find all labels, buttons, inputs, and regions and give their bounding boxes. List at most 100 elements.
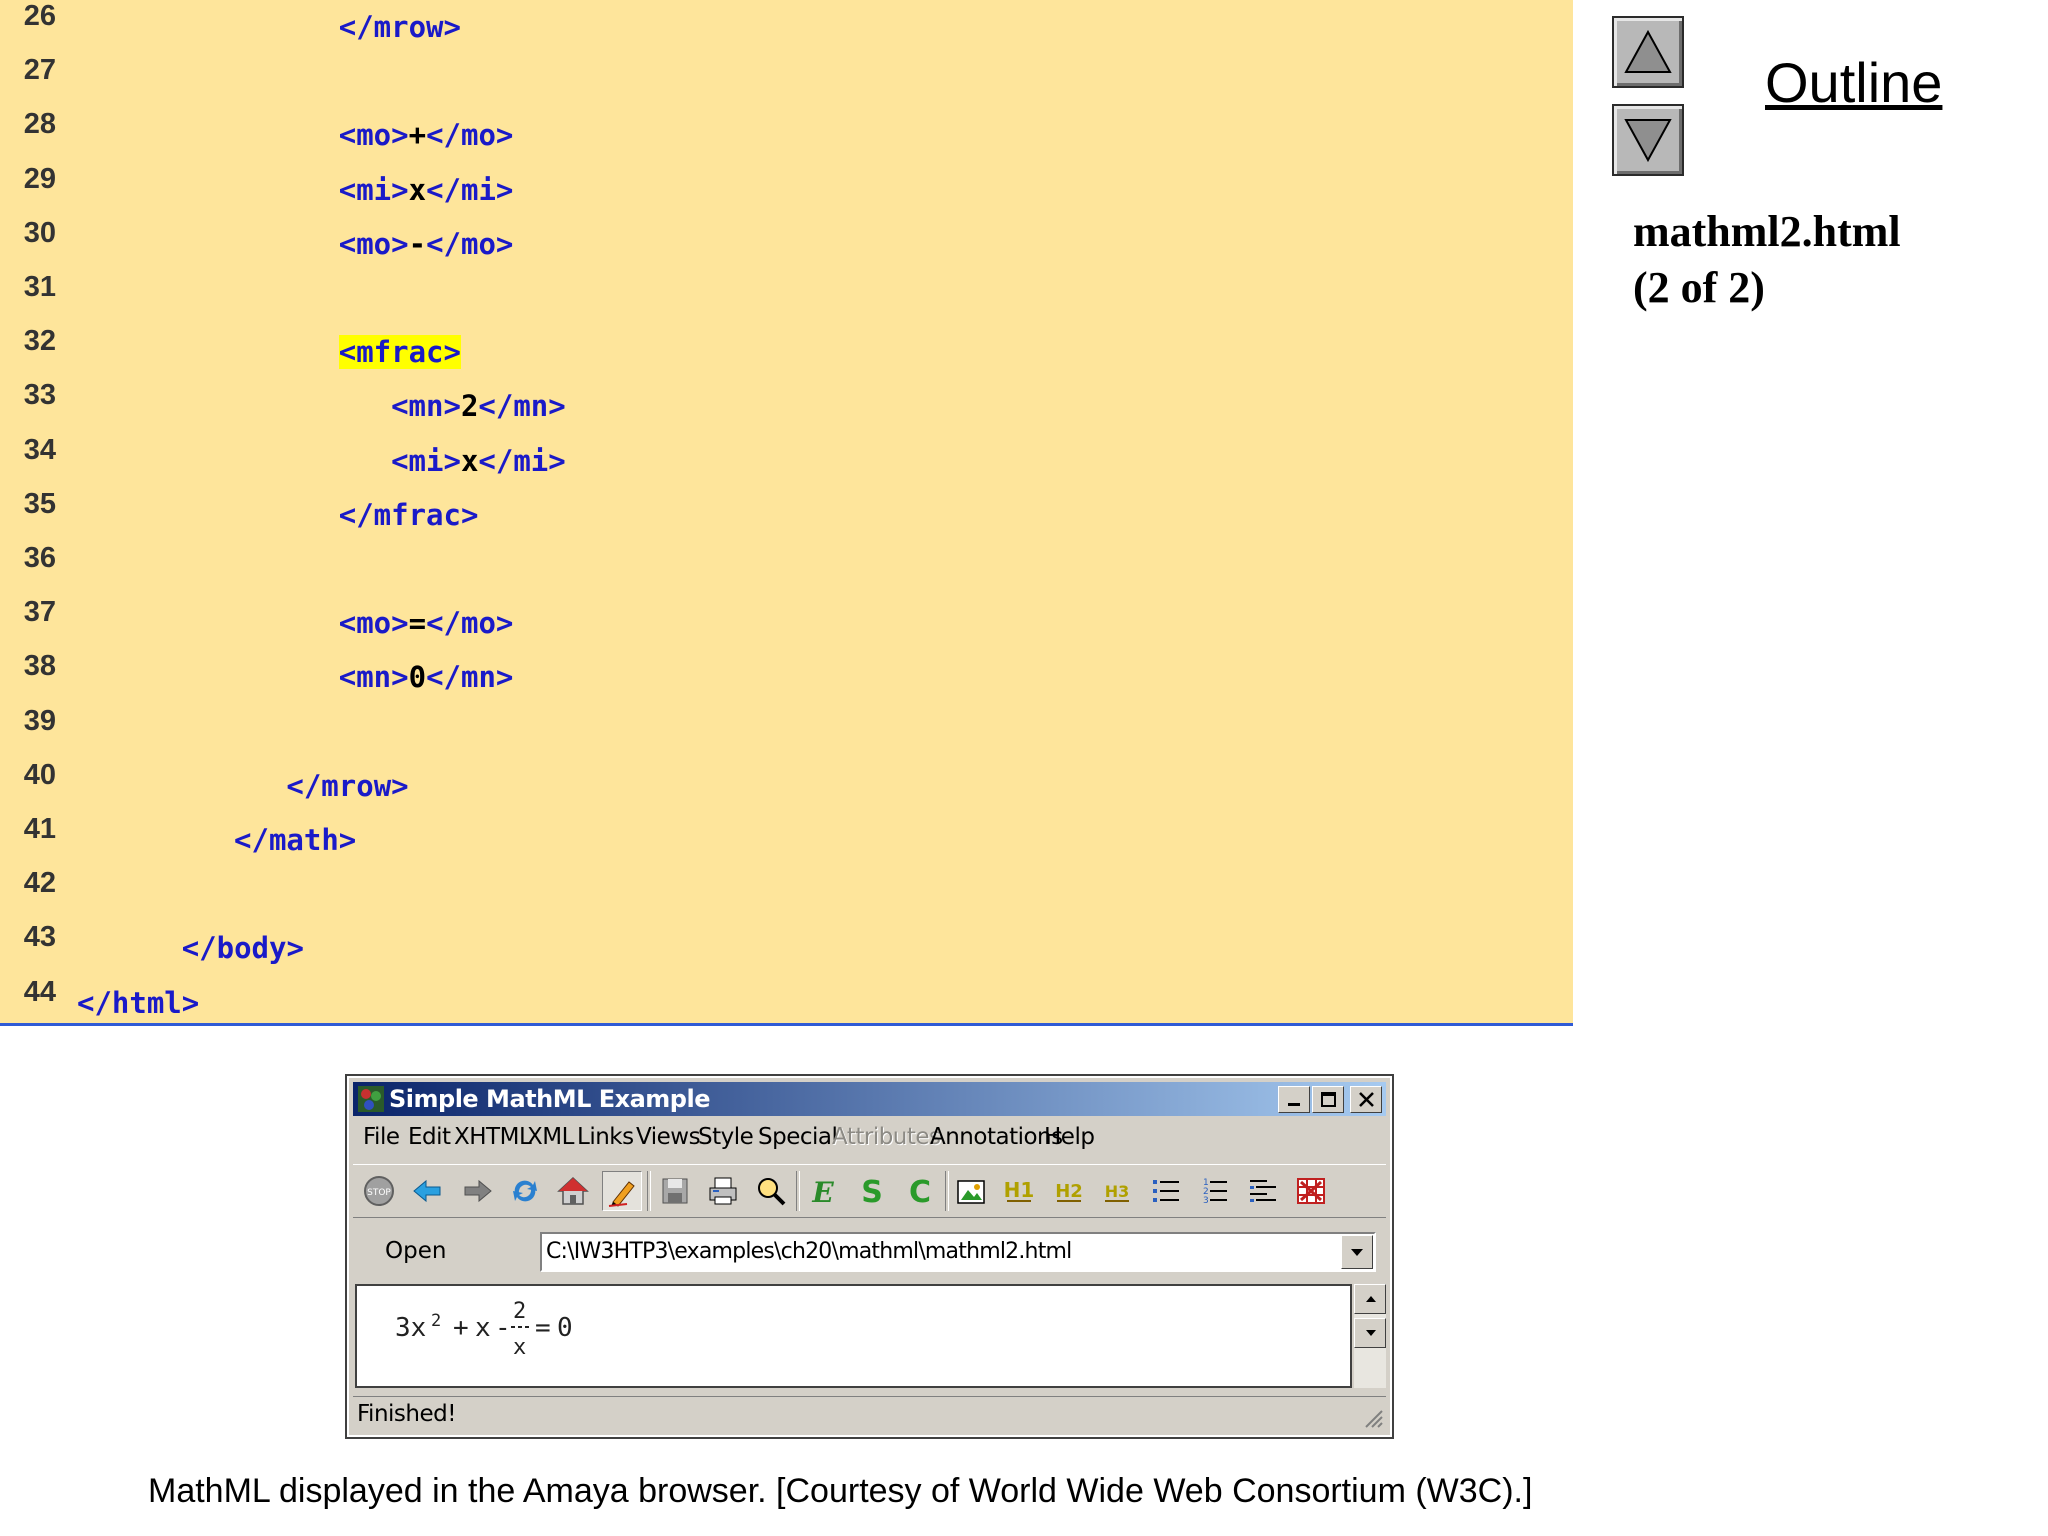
outline-link[interactable]: Outline bbox=[1765, 50, 1942, 115]
close-button[interactable] bbox=[1350, 1086, 1382, 1113]
home-button[interactable] bbox=[553, 1171, 593, 1211]
code-tag: </body> bbox=[181, 931, 304, 966]
code-tag: <mo> bbox=[338, 226, 409, 261]
code-tag: </mo> bbox=[426, 118, 514, 153]
definition-list-button[interactable] bbox=[1243, 1171, 1283, 1211]
menu-item-special[interactable]: Special bbox=[758, 1124, 838, 1150]
code-tag: </mrow> bbox=[286, 768, 409, 803]
code-text: </mfrac> bbox=[339, 498, 479, 532]
maximize-button[interactable] bbox=[1312, 1086, 1344, 1113]
reload-button[interactable] bbox=[505, 1171, 545, 1211]
scroll-up-icon bbox=[1366, 1296, 1376, 1302]
scroll-down-icon bbox=[1366, 1330, 1376, 1336]
toolbar-separator bbox=[945, 1171, 949, 1211]
code-tag: </mi> bbox=[426, 172, 514, 207]
line-number: 33 bbox=[23, 379, 56, 412]
save-icon bbox=[662, 1178, 688, 1204]
emphasis-button[interactable]: E bbox=[803, 1171, 843, 1211]
menu-item-annotations[interactable]: Annotations bbox=[930, 1124, 1063, 1150]
page-info-label: (2 of 2) bbox=[1633, 263, 1765, 312]
code-text: </mrow> bbox=[286, 769, 408, 803]
code-line: 27 bbox=[0, 54, 1573, 118]
heading3-button[interactable]: H3 bbox=[1097, 1171, 1137, 1211]
code-line: 43 </body> bbox=[0, 921, 1573, 985]
document-view[interactable]: 3x 2 + x - 2 x = 0 bbox=[355, 1284, 1352, 1388]
resize-grip-icon[interactable] bbox=[1360, 1405, 1384, 1429]
close-icon bbox=[1359, 1092, 1374, 1107]
triangle-up-icon bbox=[1624, 29, 1672, 73]
line-number: 38 bbox=[23, 650, 56, 683]
menu-item-style[interactable]: Style bbox=[698, 1124, 754, 1150]
code-listing-panel: 26 </mrow> 27 28 <mo>+</mo> 29 <mi>x</mi> 30 <mo… bbox=[0, 0, 1573, 1026]
svg-text:STOP: STOP bbox=[367, 1188, 391, 1198]
code-line: 44 </html> bbox=[0, 976, 1573, 1023]
heading1-button[interactable]: H1 bbox=[999, 1171, 1039, 1211]
menu-item-xhtml[interactable]: XHTML bbox=[454, 1124, 532, 1150]
code-tag: <mn> bbox=[338, 660, 409, 695]
emphasis-icon: E bbox=[811, 1176, 834, 1207]
definition-list-icon bbox=[1250, 1180, 1276, 1202]
next-slide-button[interactable] bbox=[1612, 104, 1684, 176]
print-button[interactable] bbox=[703, 1171, 743, 1211]
back-button[interactable] bbox=[408, 1171, 448, 1211]
scroll-up-button[interactable] bbox=[1354, 1284, 1386, 1314]
code-line: 37 <mo>=</mo> bbox=[0, 596, 1573, 660]
numbered-list-button[interactable]: 123 bbox=[1194, 1171, 1234, 1211]
minimize-button[interactable] bbox=[1278, 1086, 1310, 1113]
edit-pen-icon bbox=[608, 1181, 635, 1207]
menu-item-edit[interactable]: Edit bbox=[408, 1124, 451, 1150]
code-tag: </mrow> bbox=[338, 10, 461, 44]
code-content: 0 bbox=[408, 660, 427, 695]
math-lhs: 3x bbox=[395, 1313, 426, 1343]
forward-button[interactable] bbox=[457, 1171, 497, 1211]
line-number: 28 bbox=[23, 108, 56, 141]
url-text: C:\IW3HTP3\examples\ch20\mathml\mathml2.… bbox=[546, 1239, 1072, 1264]
code-line: 41 </math> bbox=[0, 813, 1573, 877]
menu-item-attributes[interactable]: Attributes bbox=[832, 1124, 941, 1150]
code-button[interactable]: C bbox=[900, 1171, 940, 1211]
find-button[interactable] bbox=[751, 1171, 791, 1211]
code-content: x bbox=[408, 172, 427, 207]
file-name-label: mathml2.html bbox=[1633, 207, 1901, 256]
print-icon bbox=[709, 1177, 737, 1205]
code-content: = bbox=[408, 606, 427, 641]
save-button[interactable] bbox=[655, 1171, 695, 1211]
code-text: <mn>0</mn> bbox=[339, 660, 514, 694]
url-dropdown-button[interactable] bbox=[1341, 1235, 1373, 1269]
table-button[interactable] bbox=[1291, 1171, 1331, 1211]
menu-item-file[interactable]: File bbox=[363, 1124, 400, 1150]
menu-item-links[interactable]: Links bbox=[577, 1124, 634, 1150]
strong-button[interactable]: S bbox=[852, 1171, 892, 1211]
previous-slide-button[interactable] bbox=[1612, 16, 1684, 88]
window-title: Simple MathML Example bbox=[389, 1085, 711, 1113]
code-line: 31 bbox=[0, 271, 1573, 335]
bullet-list-icon bbox=[1153, 1180, 1179, 1202]
math-equals: = bbox=[535, 1313, 551, 1343]
image-button[interactable] bbox=[951, 1171, 991, 1211]
code-line: 35 </mfrac> bbox=[0, 488, 1573, 552]
heading2-button[interactable]: H2 bbox=[1049, 1171, 1089, 1211]
vertical-scrollbar[interactable] bbox=[1354, 1284, 1386, 1388]
code-text: </body> bbox=[182, 931, 304, 965]
url-field[interactable]: C:\IW3HTP3\examples\ch20\mathml\mathml2.… bbox=[540, 1232, 1376, 1272]
line-number: 29 bbox=[23, 162, 56, 195]
line-number: 39 bbox=[23, 704, 56, 737]
math-plus: + bbox=[453, 1313, 469, 1343]
code-tag: <mn> bbox=[391, 389, 461, 424]
math-rhs: 0 bbox=[557, 1313, 573, 1343]
menu-item-views[interactable]: Views bbox=[636, 1124, 701, 1150]
reload-icon bbox=[513, 1180, 537, 1202]
bullet-list-button[interactable] bbox=[1146, 1171, 1186, 1211]
stop-button[interactable]: STOP bbox=[359, 1171, 399, 1211]
code-content: + bbox=[408, 118, 427, 153]
code-line: 33 <mn>2</mn> bbox=[0, 379, 1573, 443]
edit-pen-button[interactable] bbox=[602, 1171, 642, 1211]
window-titlebar[interactable]: Simple MathML Example bbox=[353, 1082, 1386, 1116]
chevron-down-icon bbox=[1351, 1249, 1363, 1256]
menu-item-help[interactable]: Help bbox=[1044, 1124, 1095, 1150]
image-icon bbox=[957, 1180, 985, 1204]
scroll-down-button[interactable] bbox=[1354, 1318, 1386, 1348]
menu-item-xml[interactable]: XML bbox=[527, 1124, 574, 1150]
code-tag: <mfrac> bbox=[338, 335, 461, 370]
code-content: 2 bbox=[460, 389, 479, 424]
